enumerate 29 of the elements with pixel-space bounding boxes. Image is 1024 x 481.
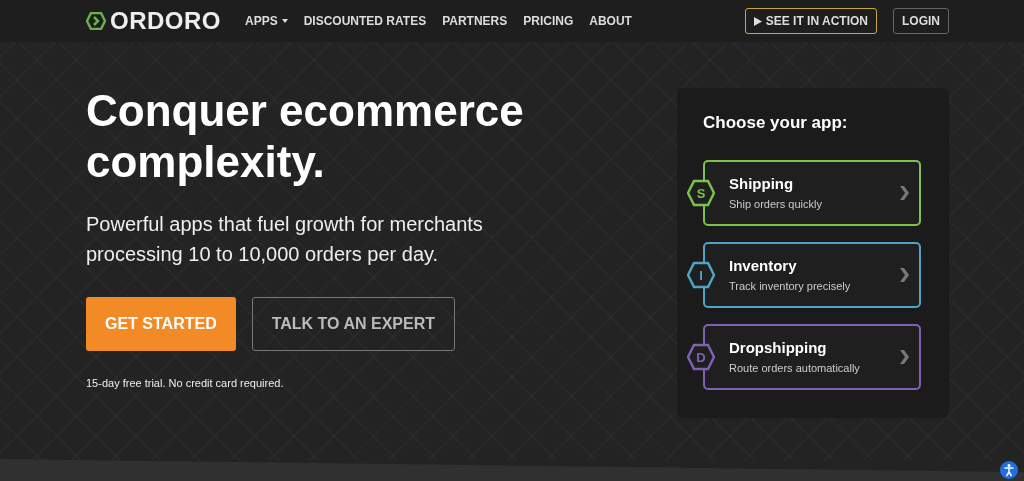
nav-link[interactable]: DISCOUNTED RATES [303,12,427,30]
nav-link[interactable]: APPS [245,12,288,30]
app-name: Dropshipping [729,338,828,358]
app-name: Inventory [729,256,798,276]
headline: Conquer ecommerce complexity. [86,86,525,188]
see-it-in-action-button[interactable]: SEE IT IN ACTION [744,8,877,34]
app-description: Route orders automatically [729,360,860,376]
hexagon-icon: D [687,342,715,371]
nav-link[interactable]: ABOUT [589,12,632,30]
chevron-icon [900,349,909,364]
logo-icon [86,12,106,30]
accessibility-icon[interactable] [1000,461,1018,479]
login-button[interactable]: LOGIN [893,8,949,34]
panel-title: Choose your app: [703,112,849,134]
app-name: Shipping [729,174,795,194]
app-card[interactable]: Inventory Track inventory precisely [703,241,921,308]
brand-name[interactable]: ORDORO [110,3,221,39]
nav-link[interactable]: PRICING [523,12,574,30]
chevron-icon [900,267,909,282]
talk-to-expert-button[interactable]: TALK TO AN EXPERT [251,297,455,352]
nav-link[interactable]: PARTNERS [442,12,508,30]
app-description: Ship orders quickly [729,196,822,212]
hexagon-icon: I [687,260,715,289]
app-description: Track inventory precisely [729,278,851,294]
hexagon-icon: S [687,178,715,207]
subheadline: Powerful apps that fuel growth for merchants processing 10 to 10,000 orders per day. [86,212,484,268]
chevron-icon [900,185,909,200]
play-icon [753,16,762,26]
trial-note: 15-day free trial. No credit card required. [86,376,285,392]
